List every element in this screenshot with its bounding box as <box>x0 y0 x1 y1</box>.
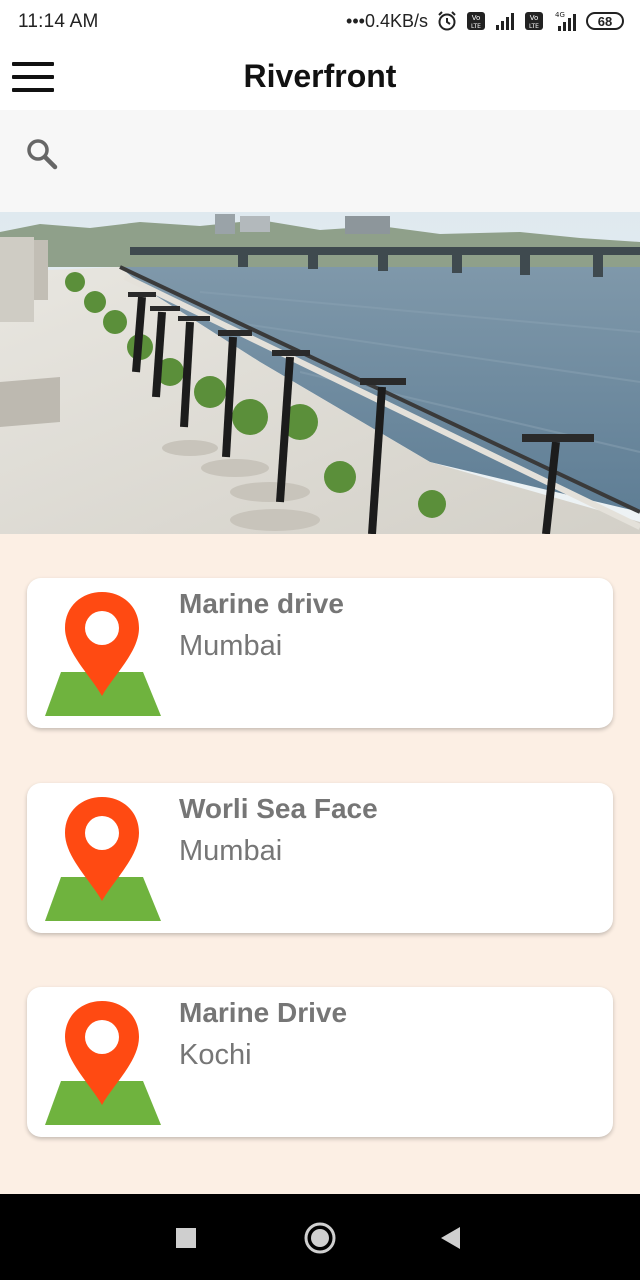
page-title: Riverfront <box>243 58 397 94</box>
place-name: Marine Drive <box>179 997 348 1028</box>
list-item[interactable]: Worli Sea Face Mumbai <box>27 783 613 933</box>
places-list: Marine drive Mumbai Worli Sea Face Mumba… <box>0 534 640 1194</box>
search-icon[interactable] <box>24 136 60 172</box>
network-speed: •••0.4KB/s <box>346 10 428 31</box>
system-nav-bar <box>0 1194 640 1280</box>
status-icons: •••0.4KB/s Vo LTE Vo LTE 4G 68 <box>346 10 624 32</box>
place-name: Worli Sea Face <box>179 793 378 824</box>
circle-icon <box>304 1222 336 1254</box>
svg-text:Vo: Vo <box>472 14 481 22</box>
map-pin-icon <box>41 588 163 718</box>
home-button[interactable] <box>298 1216 342 1260</box>
4g-signal-icon: 4G <box>552 10 578 32</box>
battery-icon: 68 <box>586 12 624 30</box>
list-item[interactable]: Marine drive Mumbai <box>27 578 613 728</box>
square-icon <box>176 1228 196 1248</box>
recents-button[interactable] <box>164 1216 208 1260</box>
place-name: Marine drive <box>179 588 344 619</box>
search-bar[interactable] <box>0 110 640 212</box>
volte-icon: Vo LTE <box>466 11 486 31</box>
riverfront-photo <box>0 212 640 534</box>
svg-text:LTE: LTE <box>471 23 481 30</box>
map-pin-icon <box>41 997 163 1127</box>
svg-text:4G: 4G <box>555 11 565 19</box>
svg-text:Vo: Vo <box>530 14 539 22</box>
list-item[interactable]: Marine Drive Kochi <box>27 987 613 1137</box>
alarm-icon <box>436 10 458 32</box>
app-bar: Riverfront <box>0 44 640 110</box>
signal-icon <box>494 11 516 31</box>
svg-text:LTE: LTE <box>529 23 539 30</box>
place-city: Kochi <box>179 1039 252 1071</box>
hero-image <box>0 212 640 534</box>
place-city: Mumbai <box>179 835 283 867</box>
back-button[interactable] <box>428 1216 472 1260</box>
status-time: 11:14 AM <box>18 11 99 32</box>
status-bar: 11:14 AM •••0.4KB/s Vo LTE Vo LTE 4G 68 <box>0 0 640 44</box>
volte-icon: Vo LTE <box>524 11 544 31</box>
map-pin-icon <box>41 793 163 923</box>
place-city: Mumbai <box>179 630 283 662</box>
triangle-back-icon <box>441 1227 460 1249</box>
